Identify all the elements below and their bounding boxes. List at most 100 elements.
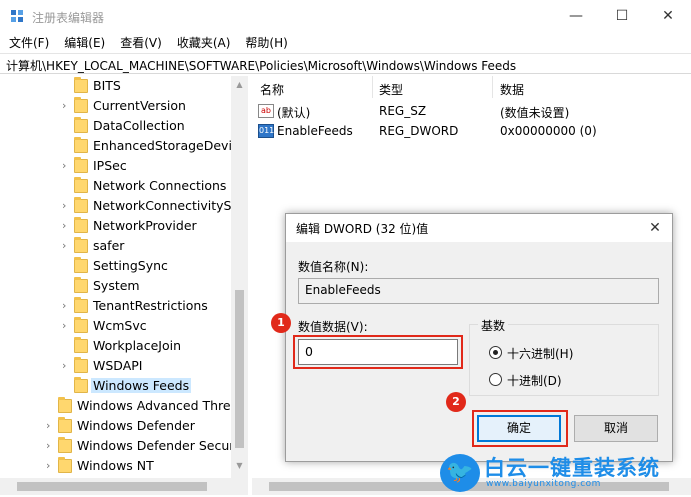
folder-icon — [74, 197, 88, 213]
folder-icon — [74, 117, 88, 133]
tree-item[interactable]: › TenantRestrictions — [0, 296, 231, 316]
value-name: EnableFeeds — [277, 124, 353, 138]
folder-icon — [74, 357, 88, 373]
watermark-url: www.baiyunxitong.com — [486, 479, 601, 489]
highlight-data-input — [293, 335, 463, 369]
chevron-right-icon[interactable]: › — [62, 99, 72, 113]
folder-icon — [74, 257, 88, 273]
tree-item[interactable]: Windows Feeds — [0, 376, 231, 396]
menu-file[interactable]: 文件(F) — [0, 32, 55, 52]
tree-item-label: NetworkProvider — [93, 218, 197, 233]
folder-icon — [74, 217, 88, 233]
menu-edit[interactable]: 编辑(E) — [55, 32, 111, 52]
tree-item[interactable]: › WcmSvc — [0, 316, 231, 336]
chevron-right-icon[interactable]: › — [62, 199, 72, 213]
tree-item-label: EnhancedStorageDevice — [93, 138, 247, 153]
tree-item[interactable]: SettingSync — [0, 256, 231, 276]
column-name-header[interactable]: 名称 — [260, 81, 284, 98]
tree-item[interactable]: Network Connections — [0, 176, 231, 196]
dialog-close-button[interactable]: ✕ — [642, 216, 668, 240]
base-label: 基数 — [478, 317, 509, 334]
chevron-right-icon[interactable]: › — [62, 219, 72, 233]
tree-item-label: Windows Defender Securit — [77, 438, 243, 453]
tree-item-label: DataCollection — [93, 118, 185, 133]
tree-item[interactable]: › Windows NT — [0, 456, 231, 476]
tree-horizontal-scrollbar[interactable] — [0, 478, 248, 495]
tree-item[interactable]: EnhancedStorageDevice — [0, 136, 246, 156]
tree-item[interactable]: › WSDAPI — [0, 356, 231, 376]
tree-item[interactable]: System — [0, 276, 231, 296]
chevron-right-icon[interactable]: › — [62, 239, 72, 253]
folder-icon — [74, 297, 88, 313]
value-type: REG_DWORD — [379, 124, 459, 138]
tree-item[interactable]: › NetworkConnectivitySta — [0, 196, 244, 216]
folder-icon — [74, 137, 88, 153]
folder-icon — [58, 417, 72, 433]
dialog-title: 编辑 DWORD (32 位)值 — [296, 222, 429, 236]
tree-item-label: CurrentVersion — [93, 98, 186, 113]
chevron-right-icon[interactable]: › — [62, 359, 72, 373]
address-bar[interactable]: 计算机\HKEY_LOCAL_MACHINE\SOFTWARE\Policies… — [0, 53, 691, 74]
radio-hex-label: 十六进制(H) — [507, 347, 574, 361]
tree-item-label: safer — [93, 238, 125, 253]
chevron-right-icon[interactable]: › — [46, 419, 56, 433]
value-type: REG_SZ — [379, 104, 427, 118]
folder-icon — [74, 177, 88, 193]
tree-item[interactable]: › IPSec — [0, 156, 231, 176]
tree-item-label: Windows Defender — [77, 418, 195, 433]
menu-favorites[interactable]: 收藏夹(A) — [168, 32, 237, 52]
tree-scroll-thumb[interactable] — [235, 290, 244, 448]
menu-view[interactable]: 查看(V) — [111, 32, 168, 52]
list-item[interactable]: ab (默认) REG_SZ (数值未设置) — [252, 101, 691, 121]
chevron-right-icon[interactable]: › — [46, 459, 56, 473]
tree-item-label: WcmSvc — [93, 318, 147, 333]
folder-icon — [58, 397, 72, 413]
chevron-right-icon[interactable]: › — [62, 159, 72, 173]
tree-item[interactable]: WorkplaceJoin — [0, 336, 231, 356]
folder-icon — [74, 77, 88, 93]
tree-vertical-scrollbar[interactable]: ▲ ▼ — [231, 76, 248, 495]
bird-logo-icon: 🐦 — [440, 454, 480, 492]
minimize-button[interactable]: — — [553, 0, 599, 32]
tree-item[interactable]: DataCollection — [0, 116, 231, 136]
window-title: 注册表编辑器 — [32, 11, 105, 25]
menu-help[interactable]: 帮助(H) — [236, 32, 293, 52]
close-button[interactable]: ✕ — [645, 0, 691, 32]
folder-icon — [74, 157, 88, 173]
folder-icon — [58, 457, 72, 473]
scroll-up-arrow-icon[interactable]: ▲ — [231, 78, 248, 92]
column-data-header[interactable]: 数据 — [500, 81, 524, 98]
tree-item-label: SettingSync — [93, 258, 168, 273]
radio-unchecked-icon[interactable] — [489, 373, 502, 386]
tree-item-label: IPSec — [93, 158, 127, 173]
tree-item[interactable]: › Windows Defender — [0, 416, 231, 436]
column-divider[interactable] — [372, 76, 373, 98]
value-name: (默认) — [277, 106, 311, 120]
tree-item-label: Windows Feeds — [91, 378, 192, 393]
folder-icon — [58, 437, 72, 453]
tree-item[interactable]: › safer — [0, 236, 231, 256]
column-divider[interactable] — [492, 76, 493, 98]
maximize-button[interactable]: ☐ — [599, 0, 645, 32]
value-name-label: 数值名称(N): — [298, 260, 369, 274]
tree-item[interactable]: › Windows Defender Securit — [0, 436, 243, 456]
tree-item[interactable]: Windows Advanced Threa — [0, 396, 238, 416]
list-item[interactable]: 011 EnableFeeds REG_DWORD 0x00000000 (0) — [252, 121, 691, 141]
tree-item[interactable]: › NetworkProvider — [0, 216, 231, 236]
tree-hscroll-thumb[interactable] — [17, 482, 207, 491]
value-data: 0x00000000 (0) — [500, 124, 597, 138]
folder-icon — [74, 317, 88, 333]
chevron-right-icon[interactable]: › — [62, 299, 72, 313]
scroll-down-arrow-icon[interactable]: ▼ — [231, 459, 248, 473]
radio-checked-icon[interactable] — [489, 346, 502, 359]
tree-item[interactable]: BITS — [0, 76, 231, 96]
chevron-right-icon[interactable]: › — [62, 319, 72, 333]
chevron-right-icon[interactable]: › — [46, 439, 56, 453]
value-data: (数值未设置) — [500, 106, 570, 120]
cancel-button[interactable]: 取消 — [574, 415, 658, 442]
column-type-header[interactable]: 类型 — [379, 81, 403, 98]
tree-item-label: WorkplaceJoin — [93, 338, 182, 353]
tree-item-label: Network Connections — [93, 178, 227, 193]
list-header: 名称 类型 数据 — [252, 76, 691, 100]
tree-item[interactable]: › CurrentVersion — [0, 96, 231, 116]
